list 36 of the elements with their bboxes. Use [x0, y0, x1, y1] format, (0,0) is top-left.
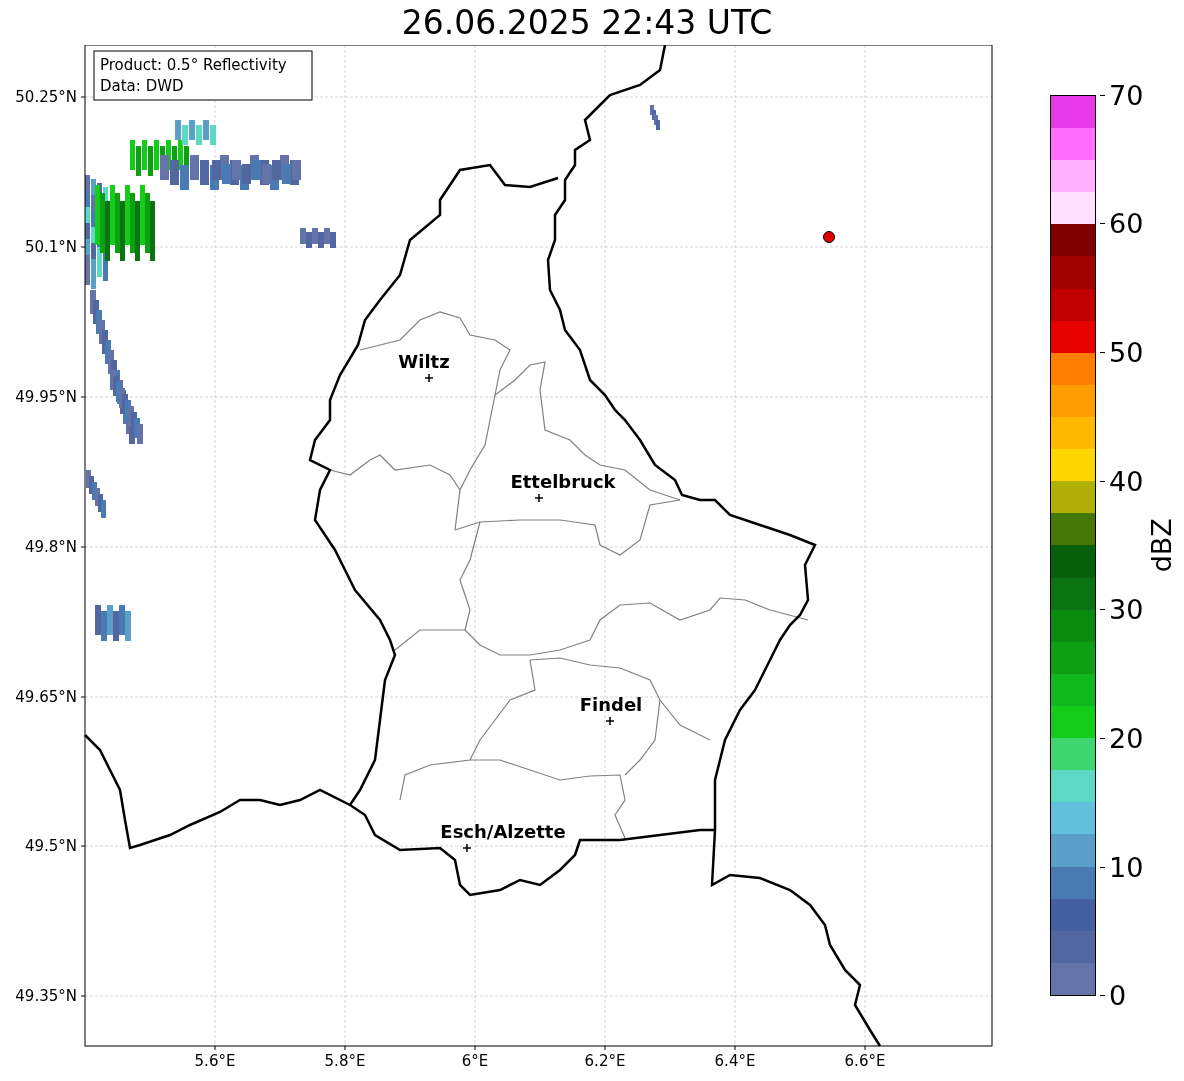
location-marker	[823, 231, 835, 243]
axis-tick-label: 6°E	[461, 1052, 489, 1070]
colorbar-tick-label: 0	[1109, 982, 1127, 1010]
city-label: Findel	[579, 694, 643, 715]
info-box: Product: 0.5° Reflectivity Data: DWD	[93, 50, 313, 101]
city-marker-icon	[424, 373, 434, 383]
colorbar-tick-label: 60	[1109, 210, 1144, 238]
axis-tick-label: 50.25°N	[15, 88, 77, 106]
city-label: Ettelbruck	[510, 471, 616, 492]
city-marker-icon	[462, 843, 472, 853]
colorbar-label: dBZ	[1145, 518, 1179, 573]
axis-tick-label: 49.95°N	[15, 388, 77, 406]
chart-title: 26.06.2025 22:43 UTC	[401, 6, 773, 39]
radar-echo-drawing	[95, 605, 131, 641]
colorbar-tick-label: 10	[1109, 853, 1144, 881]
colorbar-tick-label: 50	[1109, 338, 1144, 366]
axis-tick-label: 5.8°E	[324, 1052, 366, 1070]
axis-tick-label: 6.4°E	[714, 1052, 756, 1070]
city-marker-icon	[605, 716, 615, 726]
colorbar-tick-label: 70	[1109, 81, 1144, 109]
axis-tick-label: 50.1°N	[24, 238, 77, 256]
axis-tick-label: 49.35°N	[15, 987, 77, 1005]
city-label: Esch/Alzette	[440, 821, 566, 842]
axis-tick-label: 49.65°N	[15, 688, 77, 706]
city-marker-icon	[534, 493, 544, 503]
colorbar-tick-label: 40	[1109, 467, 1144, 495]
axis-tick-label: 5.6°E	[194, 1052, 236, 1070]
colorbar-tick-label: 20	[1109, 725, 1144, 752]
colorbar-tick-label: 30	[1109, 596, 1144, 624]
axis-tick-label: 49.8°N	[24, 538, 77, 556]
radar-echo-drawing	[86, 470, 106, 518]
axis-tick-label: 6.2°E	[584, 1052, 626, 1070]
axis-tick-label: 6.6°E	[844, 1052, 886, 1070]
axis-tick-label: 49.5°N	[24, 837, 77, 855]
city-label: Wiltz	[398, 351, 450, 372]
radar-echo-drawing	[650, 105, 660, 130]
